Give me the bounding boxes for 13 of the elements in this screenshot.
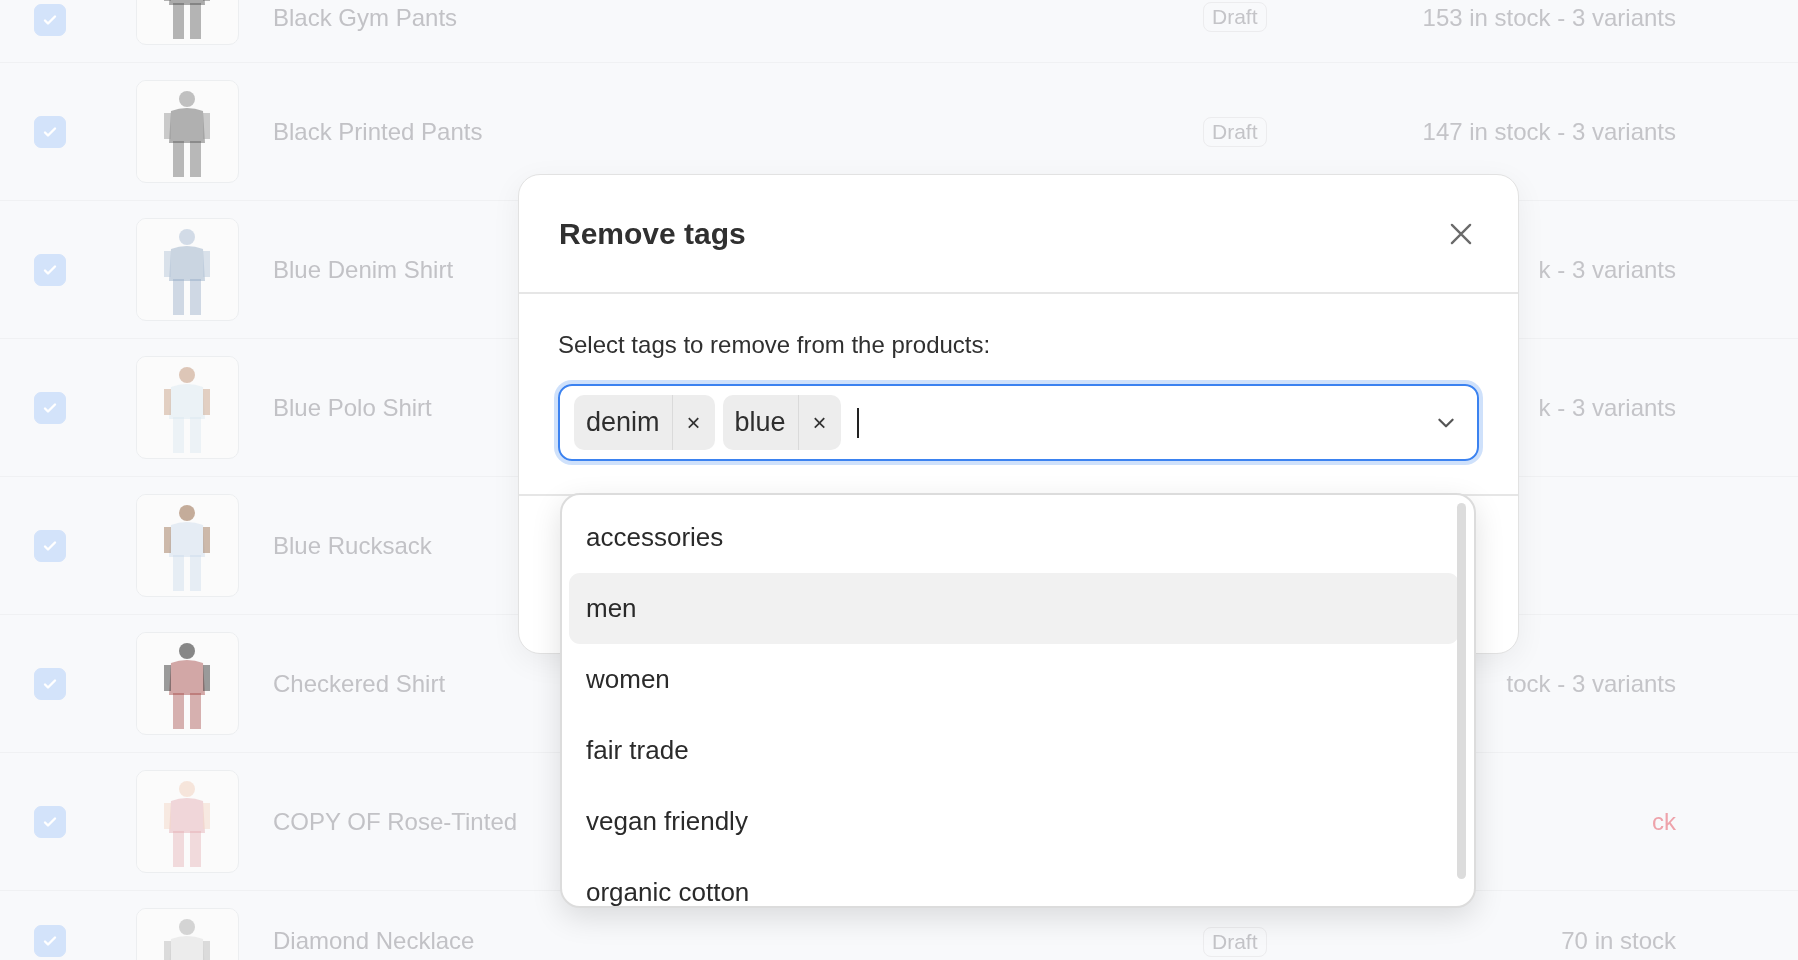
field-label: Select tags to remove from the products: bbox=[558, 331, 992, 359]
remove-tag-button[interactable]: × bbox=[672, 395, 715, 450]
dropdown-option[interactable]: men bbox=[569, 573, 1459, 644]
tag-label: blue bbox=[722, 395, 799, 450]
dropdown-option[interactable]: accessories bbox=[569, 502, 1459, 573]
dropdown-option[interactable]: women bbox=[569, 644, 1459, 715]
stock-text: ck bbox=[1652, 807, 1676, 835]
dropdown-option[interactable]: vegan friendly bbox=[569, 786, 1459, 857]
dialog-title: Remove tags bbox=[559, 216, 746, 251]
remove-tag-button[interactable]: × bbox=[798, 395, 841, 450]
dropdown-option[interactable]: organic cotton bbox=[569, 857, 1459, 906]
dropdown-option[interactable]: fair trade bbox=[569, 715, 1459, 786]
tag-label: denim bbox=[574, 395, 673, 450]
